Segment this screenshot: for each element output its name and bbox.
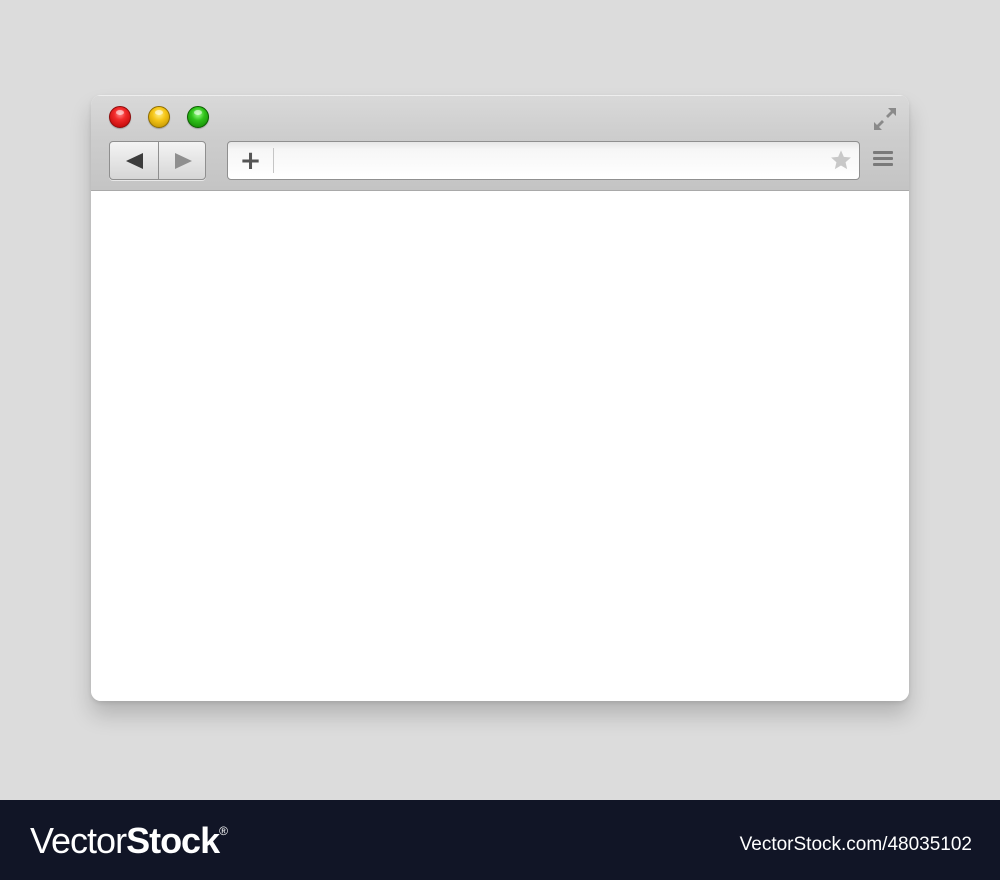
maximize-window-button[interactable]	[187, 106, 209, 128]
address-bar-divider	[273, 148, 274, 173]
back-arrow-icon	[125, 152, 143, 169]
canvas-background: +	[0, 0, 1000, 800]
page-content-area	[91, 191, 909, 701]
logo-text-vector: Vector	[30, 820, 127, 861]
vectorstock-logo: VectorStock®	[30, 820, 228, 862]
navigation-buttons	[109, 141, 206, 180]
logo-registered-mark: ®	[219, 824, 228, 838]
fullscreen-icon[interactable]	[872, 106, 898, 132]
forward-button[interactable]	[158, 142, 205, 179]
new-tab-button[interactable]: +	[228, 142, 273, 179]
watermark-bar: VectorStock® VectorStock.com/48035102	[0, 800, 1000, 880]
address-bar: +	[227, 141, 860, 180]
toolbar-highlight	[91, 95, 909, 96]
minimize-window-button[interactable]	[148, 106, 170, 128]
logo-text-stock: Stock	[126, 820, 220, 861]
bookmark-star-icon[interactable]	[830, 149, 852, 171]
back-button[interactable]	[110, 142, 158, 179]
browser-window: +	[91, 95, 909, 701]
menu-icon[interactable]	[873, 151, 895, 171]
browser-toolbar: +	[91, 95, 909, 191]
image-id-text: VectorStock.com/48035102	[739, 834, 972, 855]
close-window-button[interactable]	[109, 106, 131, 128]
url-input[interactable]	[280, 146, 820, 175]
forward-arrow-icon	[174, 152, 192, 169]
